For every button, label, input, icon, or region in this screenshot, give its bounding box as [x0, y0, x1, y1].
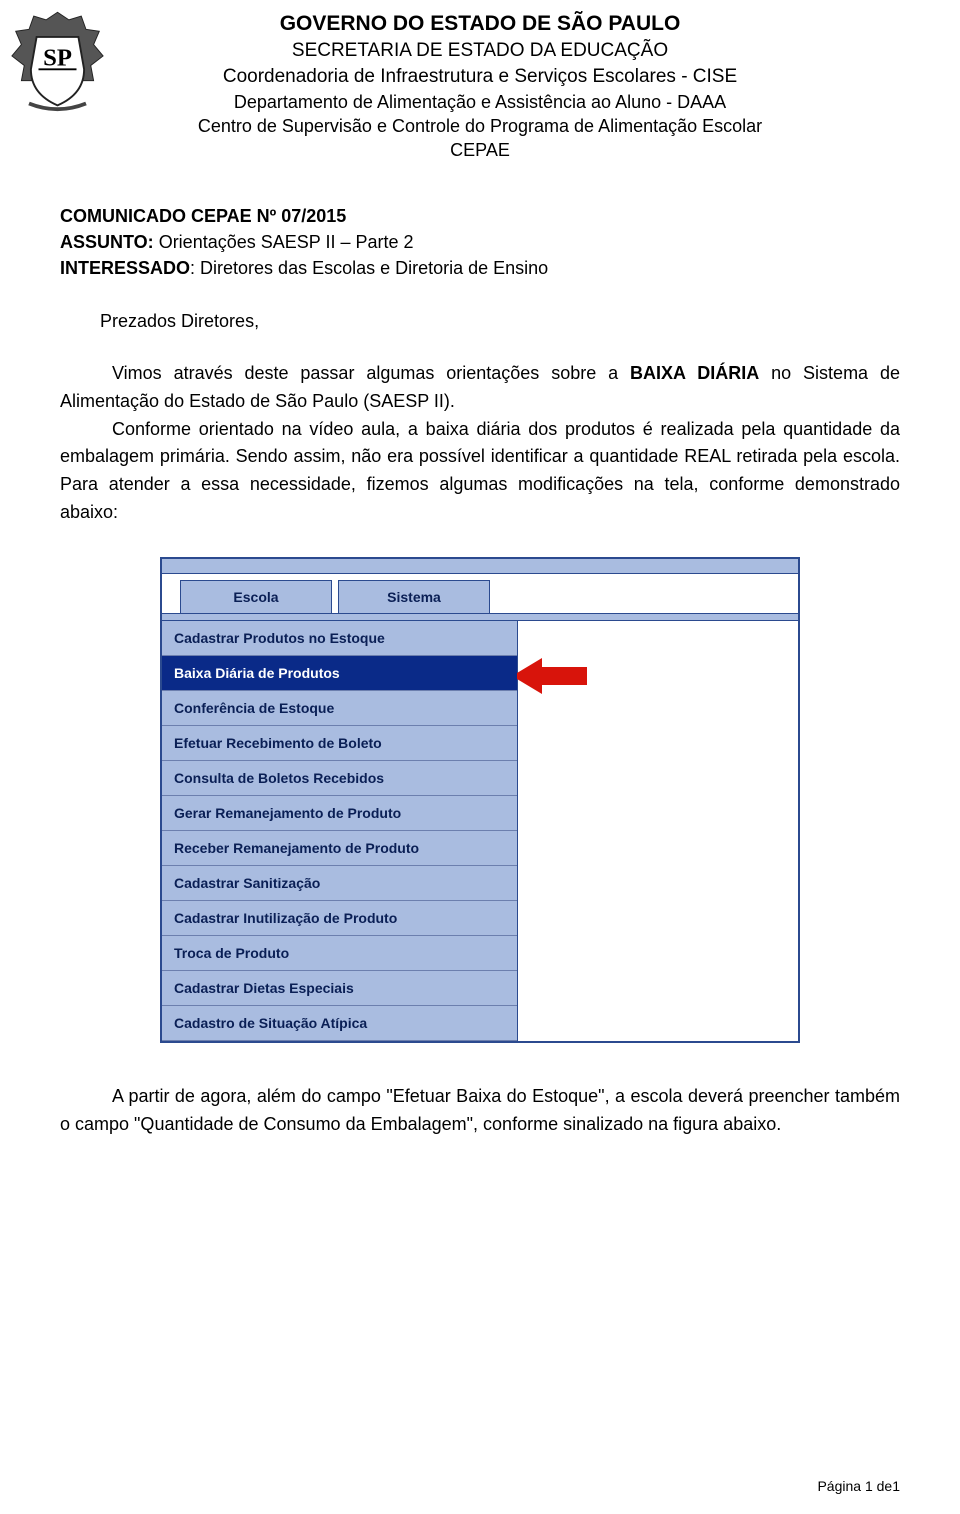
menu-tab-sistema[interactable]: Sistema — [338, 580, 490, 613]
header-line-4: Departamento de Alimentação e Assistênci… — [60, 90, 900, 114]
menu-tab-escola[interactable]: Escola — [180, 580, 332, 613]
header-line-6: CEPAE — [60, 138, 900, 162]
menu-item-7[interactable]: Cadastrar Sanitização — [162, 866, 517, 901]
assunto-label: ASSUNTO: — [60, 232, 154, 252]
menu-item-3[interactable]: Efetuar Recebimento de Boleto — [162, 726, 517, 761]
p2-text-a: A partir de agora, além do campo — [112, 1086, 386, 1106]
menu-item-8[interactable]: Cadastrar Inutilização de Produto — [162, 901, 517, 936]
paragraph-1: Vimos através deste passar algumas orien… — [60, 360, 900, 527]
interessado-value: : Diretores das Escolas e Diretoria de E… — [190, 258, 548, 278]
menu-tab-strip — [162, 613, 798, 621]
menu-screenshot: Escola Sistema Cadastrar Produtos no Est… — [160, 557, 800, 1043]
paragraph-2: A partir de agora, além do campo "Efetua… — [60, 1083, 900, 1139]
menu-item-0[interactable]: Cadastrar Produtos no Estoque — [162, 621, 517, 656]
p2-text-c: , conforme sinalizado na figura abaixo. — [473, 1114, 781, 1134]
menu-tabs: Escola Sistema — [162, 574, 798, 613]
page-footer: Página 1 de1 — [817, 1478, 900, 1494]
header-line-1: GOVERNO DO ESTADO DE SÃO PAULO — [60, 10, 900, 38]
p2-q1: "Efetuar Baixa do Estoque" — [386, 1086, 604, 1106]
state-crest-icon: SP — [10, 10, 105, 125]
header-line-5: Centro de Supervisão e Controle do Progr… — [60, 114, 900, 138]
document-header: SP GOVERNO DO ESTADO DE SÃO PAULO SECRET… — [60, 10, 900, 163]
document-meta: COMUNICADO CEPAE Nº 07/2015 ASSUNTO: Ori… — [60, 203, 900, 281]
menu-item-6[interactable]: Receber Remanejamento de Produto — [162, 831, 517, 866]
menu-item-4[interactable]: Consulta de Boletos Recebidos — [162, 761, 517, 796]
header-line-2: SECRETARIA DE ESTADO DA EDUCAÇÃO — [60, 38, 900, 64]
p2-q2: "Quantidade de Consumo da Embalagem" — [134, 1114, 473, 1134]
p1-text-a: Vimos através deste passar algumas orien… — [112, 363, 630, 383]
assunto-value: Orientações SAESP II – Parte 2 — [154, 232, 414, 252]
interessado-label: INTERESSADO — [60, 258, 190, 278]
salutation: Prezados Diretores, — [100, 311, 900, 332]
header-line-3: Coordenadoria de Infraestrutura e Serviç… — [60, 64, 900, 90]
p1-bold: BAIXA DIÁRIA — [630, 363, 759, 383]
menu-item-9[interactable]: Troca de Produto — [162, 936, 517, 971]
comunicado-label: COMUNICADO CEPAE Nº 07/2015 — [60, 206, 346, 226]
menu-item-10[interactable]: Cadastrar Dietas Especiais — [162, 971, 517, 1006]
menu-item-11[interactable]: Cadastro de Situação Atípica — [162, 1006, 517, 1041]
menu-item-1[interactable]: Baixa Diária de Produtos — [162, 656, 517, 691]
menu-item-2[interactable]: Conferência de Estoque — [162, 691, 517, 726]
menu-item-5[interactable]: Gerar Remanejamento de Produto — [162, 796, 517, 831]
p1-text-c: Conforme orientado na vídeo aula, a baix… — [60, 419, 900, 523]
menu-top-bar — [162, 559, 798, 574]
svg-text:SP: SP — [43, 44, 72, 71]
